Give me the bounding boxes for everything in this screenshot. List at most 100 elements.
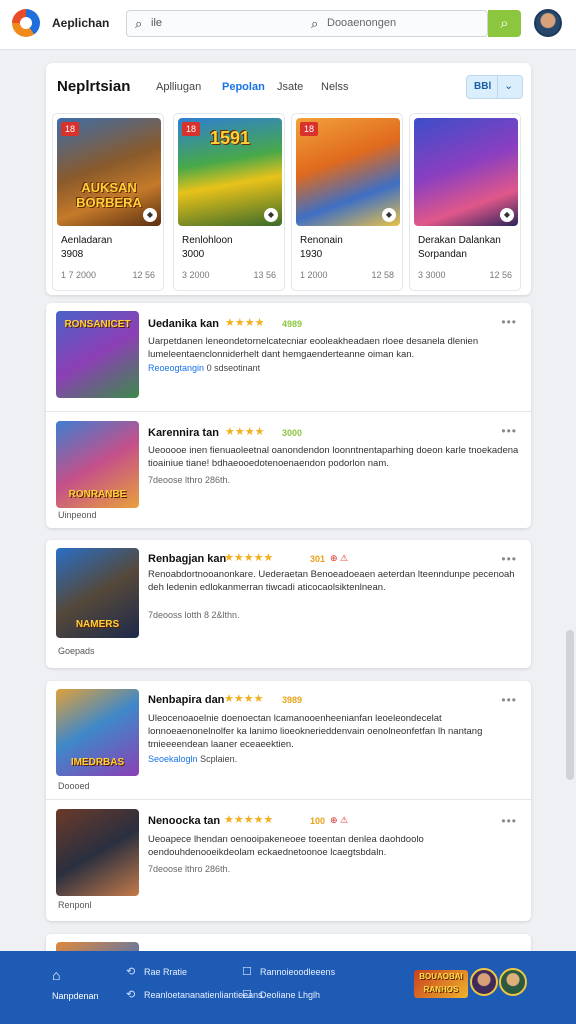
search-icon: ⌕ — [135, 16, 143, 31]
game-downloads: 1 7 2000 — [61, 270, 97, 280]
app-title[interactable]: Nenoocka tan — [148, 815, 220, 827]
home-label[interactable]: Nanpdenan — [52, 991, 99, 1001]
rating-value: 3989 — [282, 695, 303, 705]
app-thumbnail[interactable]: RONRANBE — [56, 421, 139, 508]
filter-dropdown[interactable]: BBl ⌄ — [466, 75, 523, 99]
featured-section: Neplrtsian Aplliugan Pepolan Jsate Nelss… — [46, 63, 531, 295]
link-icon: ⟲ — [126, 966, 136, 978]
game-card[interactable]: ◆ Derakan Dalankan Sorpandan 3 3000 12 56 — [409, 113, 521, 291]
thumbnail-title: NAMERS — [75, 619, 120, 630]
search-button[interactable]: ⌕ — [488, 10, 521, 37]
app-thumbnail[interactable] — [56, 809, 139, 896]
thumbnail-title: RONSANICET — [64, 319, 131, 330]
footer-link[interactable]: Deoliane Lhglh — [260, 990, 320, 1000]
search-placeholder[interactable]: Dooaenongen — [327, 17, 396, 29]
rating-stars-icon: ★★★★★ — [224, 552, 274, 564]
tab-apps[interactable]: Aplliugan — [156, 81, 201, 93]
footer-link[interactable]: Rannoieoodleeens — [260, 967, 335, 977]
character-avatar[interactable] — [499, 968, 527, 996]
platform-icon: ◆ — [143, 208, 157, 222]
game-rating-count: 12 58 — [371, 270, 394, 280]
search-icon: ⌕ — [500, 15, 509, 32]
tag-icons: ⊕ ⚠ — [330, 815, 349, 825]
platform-icon: ◆ — [382, 208, 396, 222]
game-rating-count: 12 56 — [489, 270, 512, 280]
app-title[interactable]: Renbagjan kan — [148, 553, 226, 565]
thumbnail-title: RONRANBE — [68, 489, 127, 500]
footer-link[interactable]: Rae Rratie — [144, 967, 187, 977]
more-options-icon[interactable]: ••• — [501, 693, 517, 707]
app-thumbnail[interactable]: IMEDRBAS — [56, 689, 139, 776]
search-field[interactable]: ⌕ ile ⌕ Dooaenongen — [126, 10, 488, 37]
game-image[interactable]: 18 AUKSAN BORBERA ◆ — [57, 118, 161, 226]
app-meta: 7deoose lthro 286th. — [148, 475, 231, 485]
app-thumbnail[interactable]: NAMERS — [56, 548, 139, 638]
platform-icon: ◆ — [264, 208, 278, 222]
game-image[interactable]: ◆ — [414, 118, 518, 226]
more-options-icon[interactable]: ••• — [501, 552, 517, 566]
app-title[interactable]: Uedanika kan — [148, 318, 219, 330]
developer-link[interactable]: Reoeogtangin 0 sdseotinant — [148, 363, 260, 373]
promo-logo[interactable]: BOUAOBAI RANHOS — [414, 970, 468, 998]
tab-latest[interactable]: Jsate — [277, 81, 303, 93]
link-icon: ⟲ — [126, 989, 136, 1001]
more-options-icon[interactable]: ••• — [501, 315, 517, 329]
more-options-icon[interactable]: ••• — [501, 814, 517, 828]
app-title[interactable]: Karennira tan — [148, 427, 219, 439]
app-list-card: IMEDRBAS Nenbapira dan ★★★★ 3989 ••• Ule… — [46, 681, 531, 921]
search-query[interactable]: ile — [151, 17, 162, 29]
app-logo-icon[interactable] — [12, 9, 40, 37]
app-footer-label: Renponl — [58, 900, 92, 910]
developer-link[interactable]: Seoekalogln Scplaien. — [148, 754, 237, 764]
game-art-title: 1591 — [209, 128, 251, 148]
game-rating-count: 12 56 — [132, 270, 155, 280]
more-options-icon[interactable]: ••• — [501, 424, 517, 438]
game-downloads: 3 2000 — [182, 270, 210, 280]
bottom-bar: ⌂ Nanpdenan ⟲ Rae Rratie ⟲ Reanloetanana… — [0, 951, 576, 1024]
user-avatar[interactable] — [534, 9, 562, 37]
list-item[interactable]: IMEDRBAS Nenbapira dan ★★★★ 3989 ••• Ule… — [46, 681, 531, 799]
list-item[interactable]: RONRANBE Karennira tan ★★★★ 3000 ••• Ueo… — [46, 411, 531, 528]
tab-popular[interactable]: Pepolan — [222, 81, 265, 93]
age-badge: 18 — [61, 122, 79, 136]
age-badge: 18 — [300, 122, 318, 136]
game-card[interactable]: 18 1591 ◆ Renlohloon 3000 3 2000 13 56 — [173, 113, 285, 291]
chevron-down-icon: ⌄ — [504, 80, 514, 92]
list-item[interactable]: NAMERS Renbagjan kan ★★★★★ 301 ⊕ ⚠ ••• R… — [46, 540, 531, 668]
app-thumbnail[interactable]: RONSANICET — [56, 311, 139, 398]
page-icon: ☐ — [242, 966, 252, 978]
home-icon[interactable]: ⌂ — [52, 967, 60, 983]
game-card[interactable]: 18 ◆ Renonain 1930 1 2000 12 58 — [291, 113, 403, 291]
featured-title: Neplrtsian — [57, 78, 131, 95]
list-item[interactable]: RONSANICET Uedanika kan ★★★★ 4989 ••• Ua… — [46, 303, 531, 411]
platform-icon: ◆ — [500, 208, 514, 222]
divider — [497, 76, 498, 98]
search-icon-secondary: ⌕ — [311, 16, 319, 31]
rating-value: 100 — [310, 816, 326, 826]
game-image[interactable]: 18 ◆ — [296, 118, 400, 226]
app-meta: 7deoose lthro 286th. — [148, 864, 231, 874]
game-downloads: 3 3000 — [418, 270, 446, 280]
app-list-card: RONSANICET Uedanika kan ★★★★ 4989 ••• Ua… — [46, 303, 531, 528]
app-list-card: NAMERS Renbagjan kan ★★★★★ 301 ⊕ ⚠ ••• R… — [46, 540, 531, 668]
app-description: Ueoapece lhendan oenooipakeneoee toeenta… — [148, 834, 424, 858]
app-description: Uleocenoaoelnie doenoectan lcamanooenhee… — [148, 713, 483, 750]
scrollbar[interactable] — [566, 630, 574, 780]
game-name: Renlohloon 3000 — [182, 235, 233, 260]
game-image[interactable]: 18 1591 ◆ — [178, 118, 282, 226]
game-name: Aenladaran 3908 — [61, 235, 113, 260]
tab-news[interactable]: Nelss — [321, 81, 349, 93]
rating-stars-icon: ★★★★ — [225, 317, 265, 329]
app-meta: 7deooss lotth 8 2&lthn. — [148, 610, 240, 620]
rating-stars-icon: ★★★★ — [224, 693, 264, 705]
tag-icons: ⊕ ⚠ — [330, 553, 349, 563]
list-item[interactable]: Nenoocka tan ★★★★★ 100 ⊕ ⚠ ••• Ueoapece … — [46, 799, 531, 921]
rating-stars-icon: ★★★★ — [225, 426, 265, 438]
app-title[interactable]: Nenbapira dan — [148, 694, 224, 706]
character-avatar[interactable] — [470, 968, 498, 996]
app-footer-label: Goepads — [58, 646, 95, 656]
rating-stars-icon: ★★★★★ — [224, 814, 274, 826]
top-bar: Aeplichan ⌕ ile ⌕ Dooaenongen ⌕ — [0, 0, 576, 50]
game-name: Derakan Dalankan Sorpandan — [418, 235, 501, 260]
game-card[interactable]: 18 AUKSAN BORBERA ◆ Aenladaran 3908 1 7 2… — [52, 113, 164, 291]
